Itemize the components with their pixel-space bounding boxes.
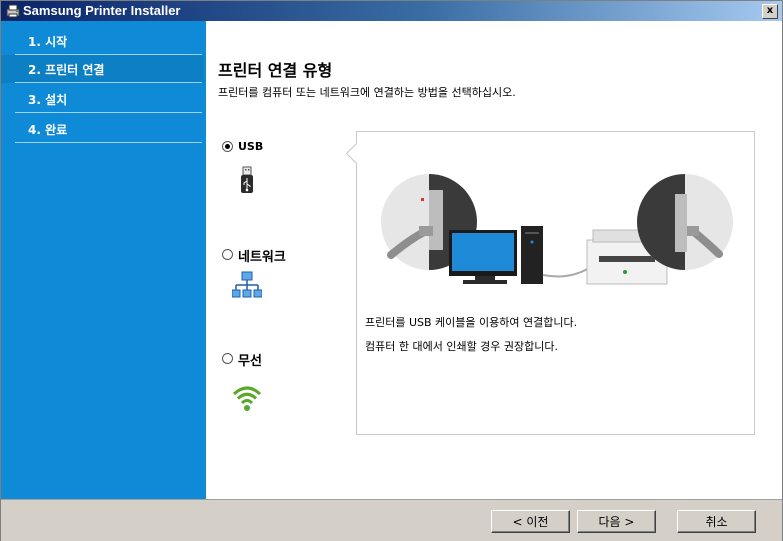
divider [15,142,202,143]
sidebar-item-complete: 4. 완료 [1,115,204,143]
back-button[interactable]: < 이전 [491,510,570,533]
window-title: Samsung Printer Installer [23,3,181,18]
divider [15,112,202,113]
step-sidebar: 1. 시작 2. 프린터 연결 3. 설치 4. 완료 [1,21,206,499]
main-content: 프린터 연결 유형 프린터를 컴퓨터 또는 네트워크에 연결하는 방법을 선택하… [206,21,782,499]
divider [15,82,202,83]
sidebar-item-label: 3. 설치 [28,93,68,107]
button-bar: < 이전 다음 > 취소 [1,499,782,541]
sidebar-item-start: 1. 시작 [1,27,204,55]
title-bar: Samsung Printer Installer x [1,1,782,21]
sidebar-item-label: 2. 프린터 연결 [28,63,105,77]
page-title: 프린터 연결 유형 [218,61,333,80]
wireless-radio[interactable] [222,353,233,364]
next-button[interactable]: 다음 > [577,510,656,533]
panel-pointer [345,142,368,165]
connection-info-panel: 프린터를 USB 케이블을 이용하여 연결합니다. 컴퓨터 한 대에서 인쇄할 … [345,131,755,435]
sidebar-item-label: 4. 완료 [28,123,68,137]
network-radio[interactable] [222,249,233,260]
printer-app-icon [6,4,20,18]
cancel-button[interactable]: 취소 [677,510,756,533]
panel-description-line2: 컴퓨터 한 대에서 인쇄할 경우 권장합니다. [365,340,559,353]
panel-description-line1: 프린터를 USB 케이블을 이용하여 연결합니다. [365,316,578,329]
usb-radio[interactable] [222,141,233,152]
wifi-icon [232,386,262,411]
sidebar-item-install: 3. 설치 [1,85,204,113]
page-description: 프린터를 컴퓨터 또는 네트워크에 연결하는 방법을 선택하십시오. [218,86,516,99]
usb-connection-illustration [381,174,733,285]
sidebar-item-label: 1. 시작 [28,35,68,49]
close-button[interactable]: x [762,4,778,19]
network-icon [232,271,262,298]
installer-window: Samsung Printer Installer x 1. 시작 2. 프린터… [0,0,783,541]
sidebar-item-printer-connection: 2. 프린터 연결 [1,55,204,83]
network-label: 네트워크 [238,250,286,265]
usb-plug-icon [241,166,253,193]
wireless-label: 무선 [238,354,262,369]
usb-label: USB [238,140,264,153]
